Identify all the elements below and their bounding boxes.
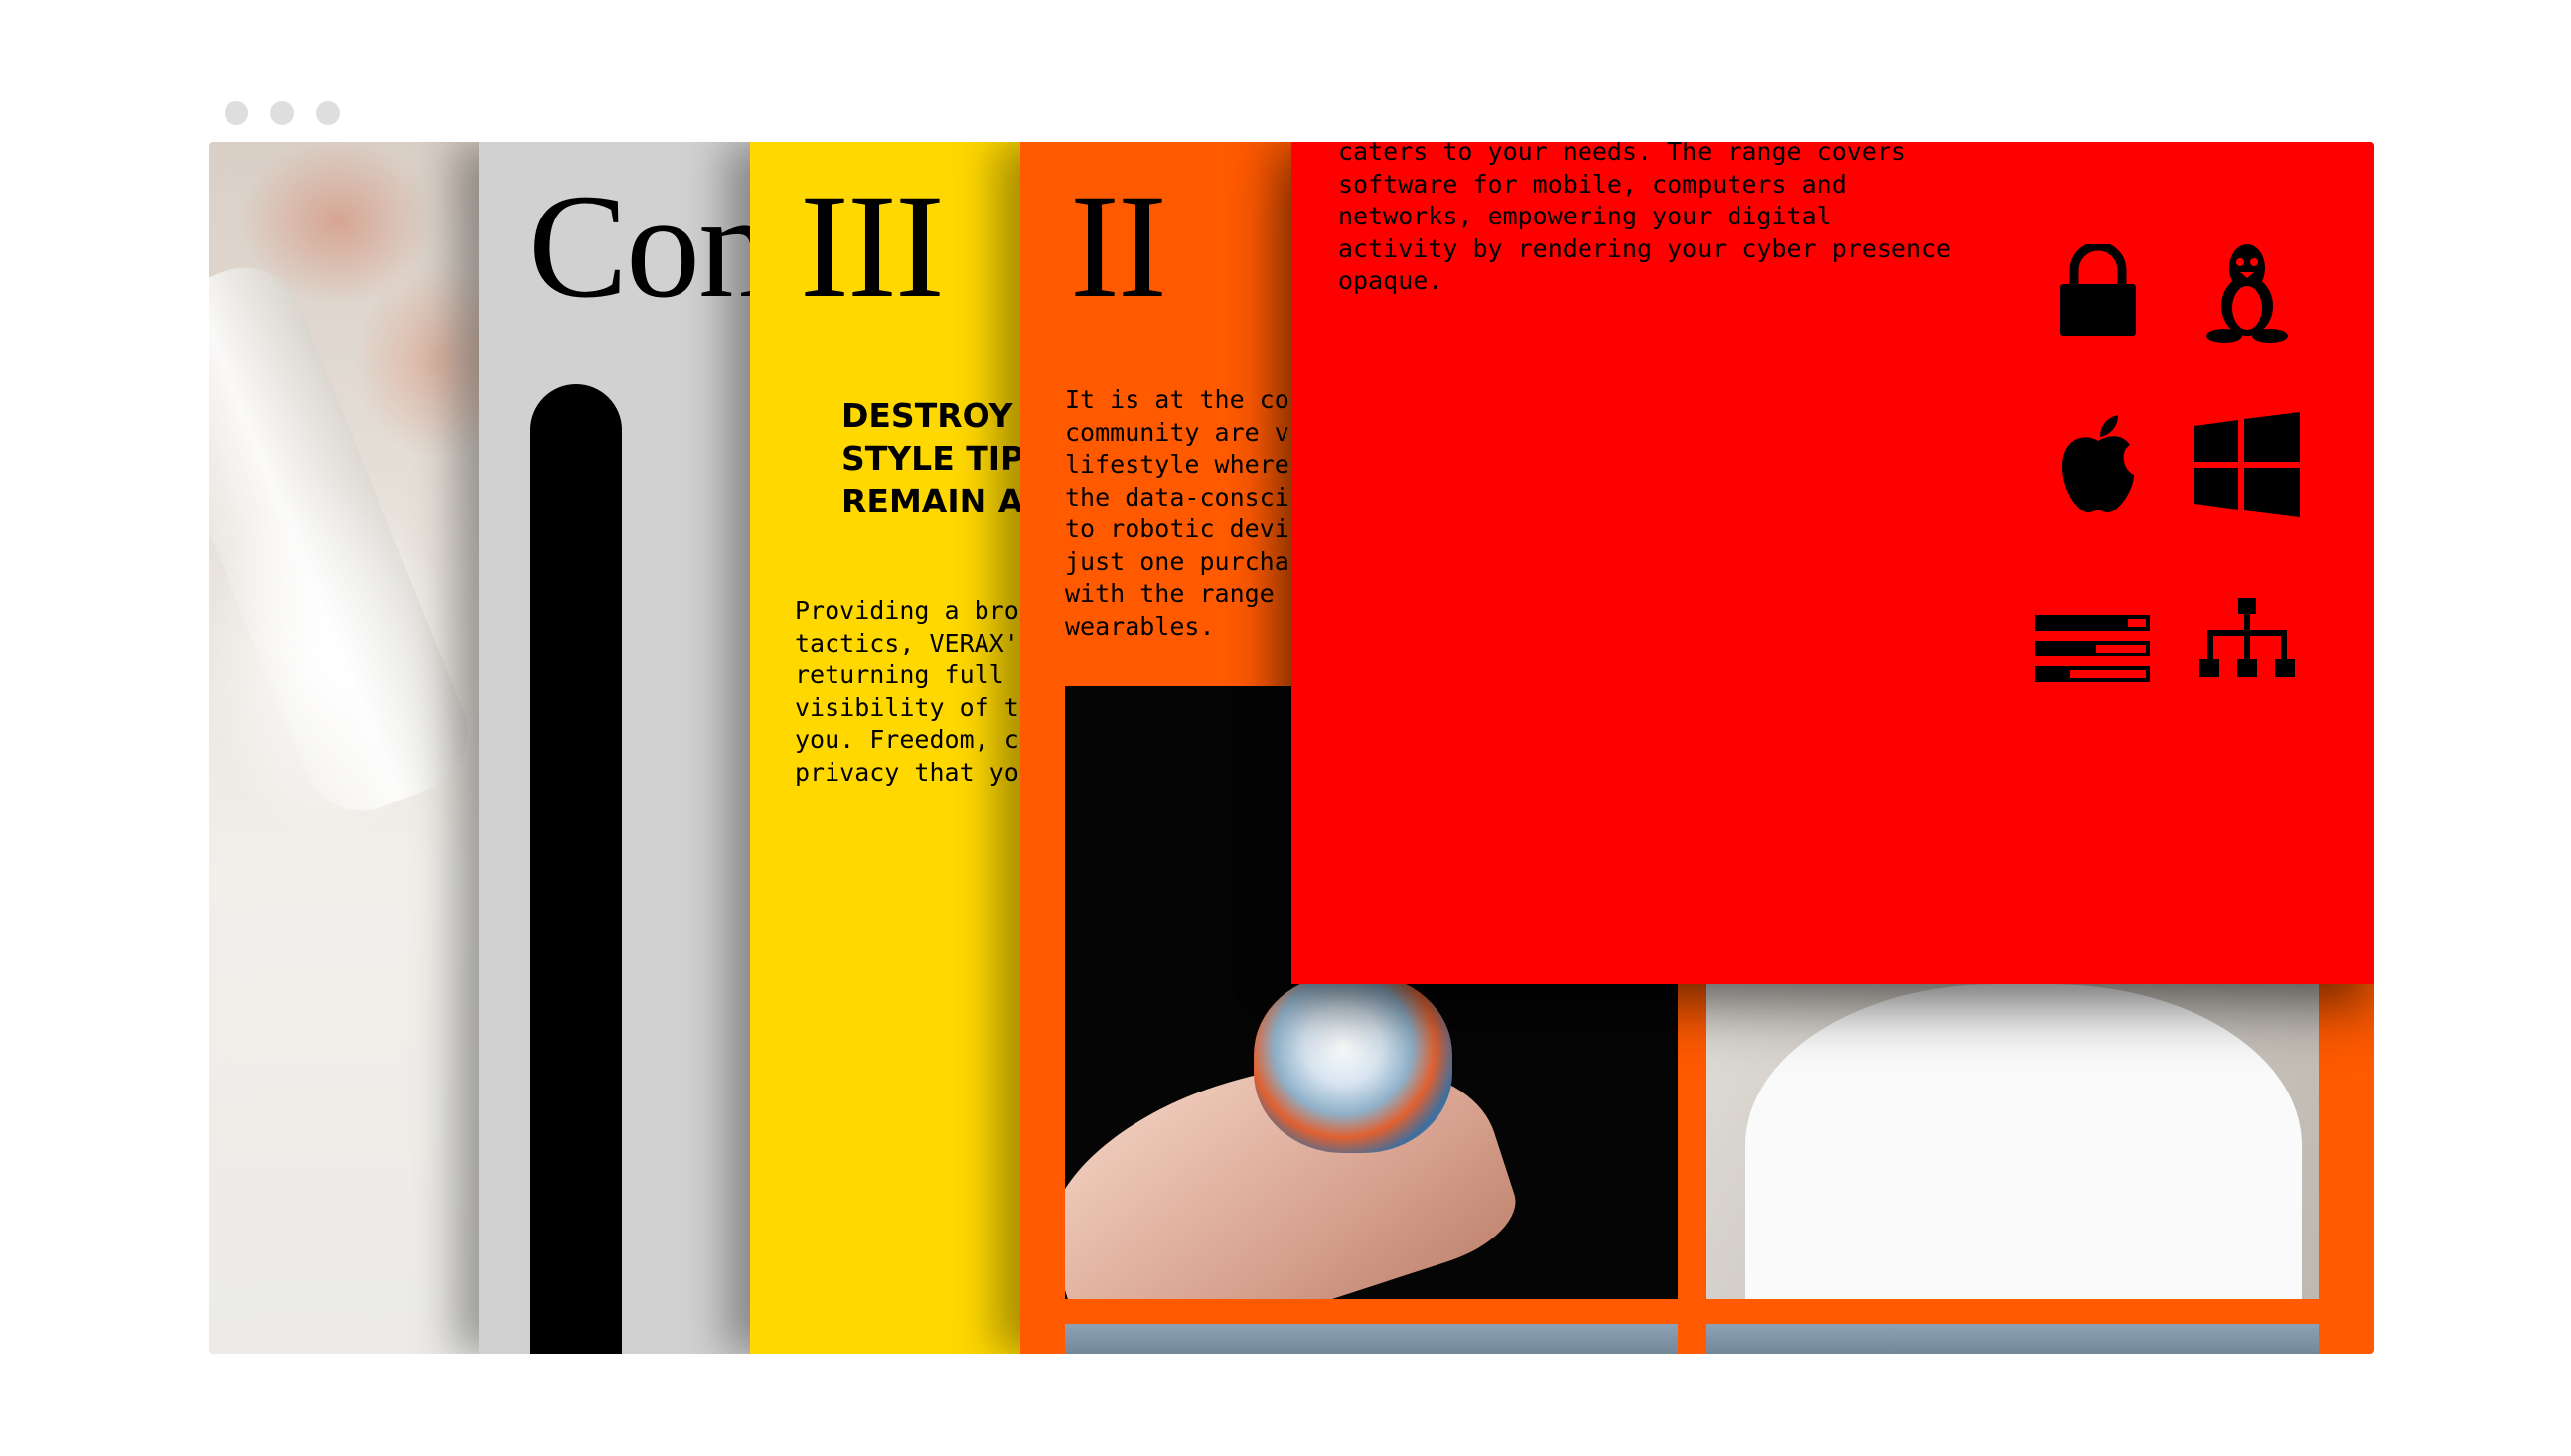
windows-icon[interactable] [2188,405,2307,524]
apple-icon[interactable] [2039,405,2158,524]
photo-strip [1065,1324,1678,1354]
browser-window: Con III DESTROY S STYLE TIP REMAIN AN Pr… [209,142,2374,1354]
photo-bottle [209,249,486,829]
window-dot [270,101,294,125]
panel-numeral: II [1070,164,1167,329]
panel-yellow[interactable]: III DESTROY S STYLE TIP REMAIN AN Provid… [750,142,1048,1354]
window-dot [225,101,248,125]
panel-headline: DESTROY S STYLE TIP REMAIN AN [841,396,1048,520]
photo-strip [1706,1324,2319,1354]
panel-photo-hand[interactable] [209,142,507,1354]
panel-body-text: caters to your needs. The range covers s… [1338,142,1952,295]
settings-bars-icon[interactable] [2033,589,2152,708]
panel-numeral: Con [529,164,773,329]
network-icon[interactable] [2188,579,2307,698]
linux-icon[interactable] [2188,231,2307,351]
photo-crystal [1254,974,1452,1153]
lock-icon[interactable] [2039,231,2158,351]
photo-shirt [1745,984,2302,1299]
panel-numeral: III [800,164,945,329]
platform-icons [2035,182,2366,738]
panel-body-text: Providing a bro tactics, VERAX' returnin… [795,596,1019,787]
black-pill-shape [530,384,622,1354]
window-controls [225,101,340,125]
window-dot [316,101,340,125]
panel-grey[interactable]: Con [479,142,777,1354]
panel-red[interactable]: caters to your needs. The range covers s… [1291,142,2374,984]
